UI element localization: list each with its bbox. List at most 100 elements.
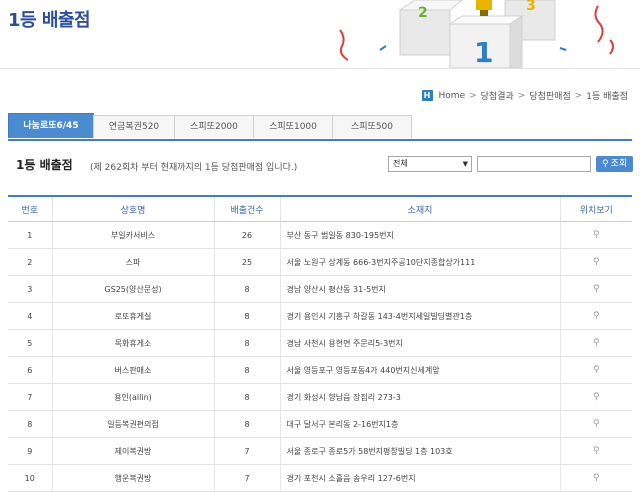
row-win-count: 8 (213, 275, 280, 303)
magnifier-icon[interactable]: ⚲ (593, 284, 600, 294)
breadcrumb: H Home > 당첨결과 > 당첨판매점 > 1등 배출점 (421, 89, 628, 102)
table-row: 4 로또휴게실 8 경기 용인시 기흥구 하갈동 143-4번지세일빌딩별관1층 ⚲ (8, 302, 632, 330)
row-store-name: 스파 (51, 248, 214, 276)
row-store-name: 제이복권방 (51, 437, 214, 465)
header-address: 소재지 (279, 195, 560, 222)
tab-speetto500[interactable]: 스피또500 (332, 115, 412, 138)
svg-text:3: 3 (526, 0, 536, 14)
row-number: 7 (8, 383, 52, 411)
row-number: 6 (8, 356, 52, 384)
tab-pension520[interactable]: 연금복권520 (93, 115, 175, 138)
row-number: 5 (8, 329, 52, 357)
row-store-name: 목화휴게소 (51, 329, 214, 357)
header-number: 번호 (8, 195, 52, 222)
store-table: 번호 상호명 배출건수 소재지 위치보기 1 부일카서비스 26 부산 동구 범일동 … (8, 195, 632, 492)
row-address: 경기 용인시 기흥구 하갈동 143-4번지세일빌딩별관1층 (279, 302, 560, 330)
header-win-count: 배출건수 (213, 195, 280, 222)
row-number: 4 (8, 302, 52, 330)
search-input[interactable] (477, 156, 591, 172)
search-button-label: 조회 (610, 159, 628, 169)
row-address: 경기 포천시 소흘읍 송우리 127-6번지 (279, 464, 560, 492)
table-row: 3 GS25(양산문성) 8 경남 양산시 평산동 31-5번지 ⚲ (8, 275, 632, 303)
row-win-count: 8 (213, 383, 280, 411)
chevron-down-icon: ▼ (462, 160, 468, 168)
row-location-cell: ⚲ (559, 383, 632, 411)
magnifier-icon[interactable]: ⚲ (593, 311, 600, 321)
row-win-count: 8 (213, 410, 280, 438)
header-location: 위치보기 (559, 195, 632, 222)
tab-lotto645[interactable]: 나눔로또6/45 (8, 113, 94, 138)
row-location-cell: ⚲ (559, 464, 632, 492)
region-select[interactable]: 전체 ▼ (388, 156, 472, 172)
row-location-cell: ⚲ (559, 437, 632, 465)
row-address: 경남 양산시 평산동 31-5번지 (279, 275, 560, 303)
row-address: 경남 사천시 용현면 주문리5-3번지 (279, 329, 560, 357)
row-location-cell: ⚲ (559, 275, 632, 303)
row-number: 2 (8, 248, 52, 276)
search-filter: 전체 ▼ ⚲ 조회 (388, 156, 634, 172)
search-button[interactable]: ⚲ 조회 (596, 156, 634, 172)
row-store-name: 일등복권편의점 (51, 410, 214, 438)
row-address: 대구 달서구 본리동 2-16번지1층 (279, 410, 560, 438)
row-win-count: 8 (213, 356, 280, 384)
row-store-name: 행운복권방 (51, 464, 214, 492)
table-row: 2 스파 25 서울 노원구 상계동 666-3번지주공10단지종합상가111 ⚲ (8, 248, 632, 276)
table-row: 8 일등복권편의점 8 대구 달서구 본리동 2-16번지1층 ⚲ (8, 410, 632, 438)
breadcrumb-separator: > (469, 90, 477, 101)
home-icon: H (421, 90, 433, 101)
row-store-name: 버스판매소 (51, 356, 214, 384)
row-address: 경기 화성시 향남읍 장짐리 273-3 (279, 383, 560, 411)
table-header-row: 번호 상호명 배출건수 소재지 위치보기 (8, 195, 632, 222)
podium-decoration: 2 3 1 (339, 0, 614, 68)
breadcrumb-results[interactable]: 당첨결과 (481, 89, 514, 102)
row-location-cell: ⚲ (559, 329, 632, 357)
row-number: 1 (8, 221, 52, 249)
row-location-cell: ⚲ (559, 302, 632, 330)
section-title: 1등 배출점 (16, 158, 73, 172)
svg-text:1: 1 (474, 36, 493, 68)
magnifier-icon[interactable]: ⚲ (593, 257, 600, 267)
row-win-count: 25 (213, 248, 280, 276)
row-store-name: 용인(allin) (51, 383, 214, 411)
svg-text:2: 2 (418, 5, 428, 21)
row-number: 3 (8, 275, 52, 303)
breadcrumb-current: 1등 배출점 (586, 92, 628, 102)
table-row: 6 버스판매소 8 서울 영등포구 영등포동4가 440번지신세계앞 ⚲ (8, 356, 632, 384)
row-address: 서울 종로구 종로5가 58번지평창빌딩 1층 103호 (279, 437, 560, 465)
row-win-count: 26 (213, 221, 280, 249)
lottery-tabs: 나눔로또6/45 연금복권520 스피또2000 스피또1000 스피또500 (8, 113, 632, 141)
magnifier-icon[interactable]: ⚲ (593, 365, 600, 375)
magnifier-icon[interactable]: ⚲ (593, 446, 600, 456)
magnifier-icon[interactable]: ⚲ (593, 419, 600, 429)
row-store-name: GS25(양산문성) (51, 275, 214, 303)
magnifier-icon[interactable]: ⚲ (593, 338, 600, 348)
table-row: 7 용인(allin) 8 경기 화성시 향남읍 장짐리 273-3 ⚲ (8, 383, 632, 411)
page-header: 1등 배출점 2 3 1 (0, 0, 640, 69)
row-win-count: 7 (213, 437, 280, 465)
row-number: 10 (8, 464, 52, 492)
breadcrumb-separator: > (574, 90, 583, 101)
breadcrumb-separator: > (517, 90, 526, 101)
row-win-count: 7 (213, 464, 280, 492)
magnifier-icon[interactable]: ⚲ (593, 392, 600, 402)
page-title: 1등 배출점 (8, 10, 91, 31)
breadcrumb-home[interactable]: Home (439, 91, 466, 101)
row-store-name: 로또휴게실 (51, 302, 214, 330)
header-store-name: 상호명 (51, 195, 214, 222)
row-number: 8 (8, 410, 52, 438)
section-description: (제 262회차 부터 현재까지의 1등 당첨판매점 입니다.) (90, 163, 298, 173)
row-store-name: 부일카서비스 (51, 221, 214, 249)
row-address: 서울 노원구 상계동 666-3번지주공10단지종합상가111 (279, 248, 560, 276)
tab-speetto2000[interactable]: 스피또2000 (174, 115, 254, 138)
magnifier-icon[interactable]: ⚲ (593, 230, 600, 240)
row-location-cell: ⚲ (559, 356, 632, 384)
breadcrumb-stores[interactable]: 당첨판매점 (529, 89, 570, 102)
row-win-count: 8 (213, 329, 280, 357)
search-icon: ⚲ (602, 159, 609, 169)
row-address: 서울 영등포구 영등포동4가 440번지신세계앞 (279, 356, 560, 384)
row-address: 부산 동구 범일동 830-195번지 (279, 221, 560, 249)
row-number: 9 (8, 437, 52, 465)
tab-speetto1000[interactable]: 스피또1000 (253, 115, 333, 138)
row-win-count: 8 (213, 302, 280, 330)
row-location-cell: ⚲ (559, 248, 632, 276)
